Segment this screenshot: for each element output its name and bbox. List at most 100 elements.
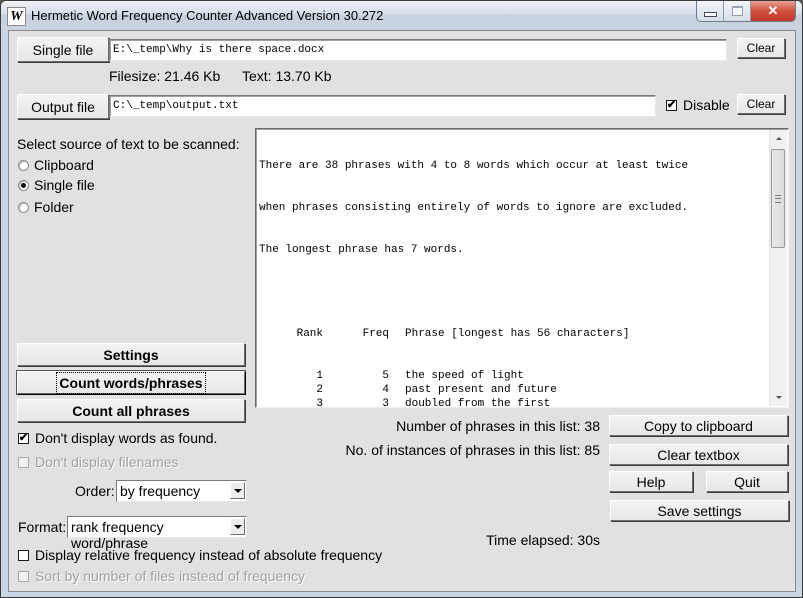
app-logo-icon: W [7,7,26,26]
scrollbar-thumb[interactable] [771,149,785,248]
quit-label: Quit [734,473,760,490]
checkmark-icon: ✔ [666,99,677,111]
radio-single-file[interactable] [18,180,29,191]
table-row: 1 5 the speed of light [259,369,688,383]
instance-count-label: No. of instances of phrases in this list… [345,442,600,458]
phrase-cell: past present and future [405,384,557,396]
count-all-phrases-label: Count all phrases [72,402,190,419]
relative-frequency-checkbox[interactable] [18,550,29,561]
scroll-down-button[interactable] [770,389,787,406]
phrase-count-label: Number of phrases in this list: 38 [396,418,600,434]
source-label: Select source of text to be scanned: [17,136,240,152]
sort-by-files-checkbox [18,571,29,582]
scroll-down-icon [775,396,782,399]
clear-textbox-button[interactable]: Clear textbox [609,444,788,465]
radio-clipboard[interactable] [18,160,29,171]
output-file-path-field[interactable]: C:\_temp\output.txt [109,95,656,117]
scroll-up-button[interactable] [770,130,787,147]
chevron-down-icon [233,524,242,529]
window-controls: ✕ [696,1,796,22]
save-settings-label: Save settings [657,502,742,519]
results-scrollbar[interactable] [769,130,787,406]
rank-cell: 2 [316,384,323,396]
close-icon: ✕ [767,3,779,18]
input-clear-button[interactable]: Clear [737,38,785,58]
freq-cell: 3 [382,398,389,408]
clear-textbox-label: Clear textbox [657,446,740,463]
radio-folder[interactable] [18,202,29,213]
order-select-value: by frequency [120,483,201,499]
copy-to-clipboard-label: Copy to clipboard [644,417,753,434]
minimize-button[interactable] [697,1,724,21]
output-file-button[interactable]: Output file [17,94,109,119]
count-words-phrases-button[interactable]: Count words/phrases [17,371,245,394]
maximize-button[interactable] [724,1,751,21]
textsize-label: Text: 13.70 Kb [242,68,332,84]
summary-line: when phrases consisting entirely of word… [259,202,689,214]
save-settings-button[interactable]: Save settings [610,500,789,521]
radio-single-file-label[interactable]: Single file [34,177,95,193]
input-clear-label: Clear [746,41,776,55]
freq-cell: 4 [382,384,389,396]
dont-display-filenames-label: Don't display filenames [35,454,179,470]
results-rows: 1 5 the speed of light 2 4 past present and f… [259,369,688,408]
table-row: 2 4 past present and future [259,383,688,397]
table-row: 3 3 doubled from the first [259,397,688,408]
freq-column-header: Freq [362,328,389,340]
time-elapsed-label: Time elapsed: 30s [486,532,600,548]
rank-cell: 1 [316,370,323,382]
output-clear-button[interactable]: Clear [737,94,785,114]
scroll-up-icon [775,137,782,140]
disable-output-checkbox[interactable]: ✔ [666,100,677,111]
dont-display-words-checkbox[interactable]: ✔ [18,433,29,444]
window-title: Hermetic Word Frequency Counter Advanced… [31,8,384,23]
close-button[interactable]: ✕ [751,1,795,21]
single-file-button-label: Single file [32,41,94,58]
grip-icon [775,194,781,203]
results-textbox[interactable]: There are 38 phrases with 4 to 8 words w… [255,128,789,408]
rank-column-header: Rank [296,328,323,340]
results-text: There are 38 phrases with 4 to 8 words w… [259,131,689,408]
maximize-icon [731,6,743,16]
single-file-button[interactable]: Single file [17,37,109,62]
summary-line: There are 38 phrases with 4 to 8 words w… [259,160,689,172]
dont-display-filenames-checkbox [18,457,29,468]
chevron-down-icon [233,488,242,493]
format-select[interactable]: rank frequency word/phrase [67,516,247,551]
relative-frequency-label[interactable]: Display relative frequency instead of ab… [35,547,382,563]
title-bar[interactable]: W Hermetic Word Frequency Counter Advanc… [1,1,802,30]
freq-cell: 5 [382,370,389,382]
format-dropdown-button[interactable] [230,518,245,535]
radio-folder-label[interactable]: Folder [34,199,74,215]
copy-to-clipboard-button[interactable]: Copy to clipboard [609,415,788,436]
settings-button[interactable]: Settings [17,343,245,366]
phrase-cell: doubled from the first [405,398,551,408]
order-select[interactable]: by frequency [116,480,247,502]
client-area: Single file E:\_temp\Why is there space.… [8,30,796,592]
quit-button[interactable]: Quit [706,471,788,492]
order-dropdown-button[interactable] [230,482,245,499]
settings-button-label: Settings [103,346,159,363]
input-file-path-field[interactable]: E:\_temp\Why is there space.docx [109,39,727,61]
disable-output-label[interactable]: Disable [683,97,730,113]
order-label: Order: [75,483,115,499]
count-all-phrases-button[interactable]: Count all phrases [17,399,245,422]
sort-by-files-label: Sort by number of files instead of frequ… [35,568,306,584]
filesize-label: Filesize: 21.46 Kb [109,68,221,84]
summary-line: The longest phrase has 7 words. [259,244,464,256]
results-header-row: Rank Freq Phrase [longest has 56 charact… [259,327,688,341]
radio-clipboard-label[interactable]: Clipboard [34,157,94,173]
help-label: Help [636,473,666,490]
phrase-cell: the speed of light [405,370,524,382]
output-clear-label: Clear [746,97,776,111]
help-button[interactable]: Help [609,471,693,492]
minimize-icon [703,11,717,17]
checkmark-icon: ✔ [18,432,29,444]
count-words-phrases-label: Count words/phrases [56,371,206,394]
output-file-button-label: Output file [31,98,95,115]
rank-cell: 3 [316,398,323,408]
format-label: Format: [18,519,67,535]
phrase-column-header: Phrase [longest has 56 characters] [405,328,630,340]
dont-display-words-label[interactable]: Don't display words as found. [35,430,217,446]
